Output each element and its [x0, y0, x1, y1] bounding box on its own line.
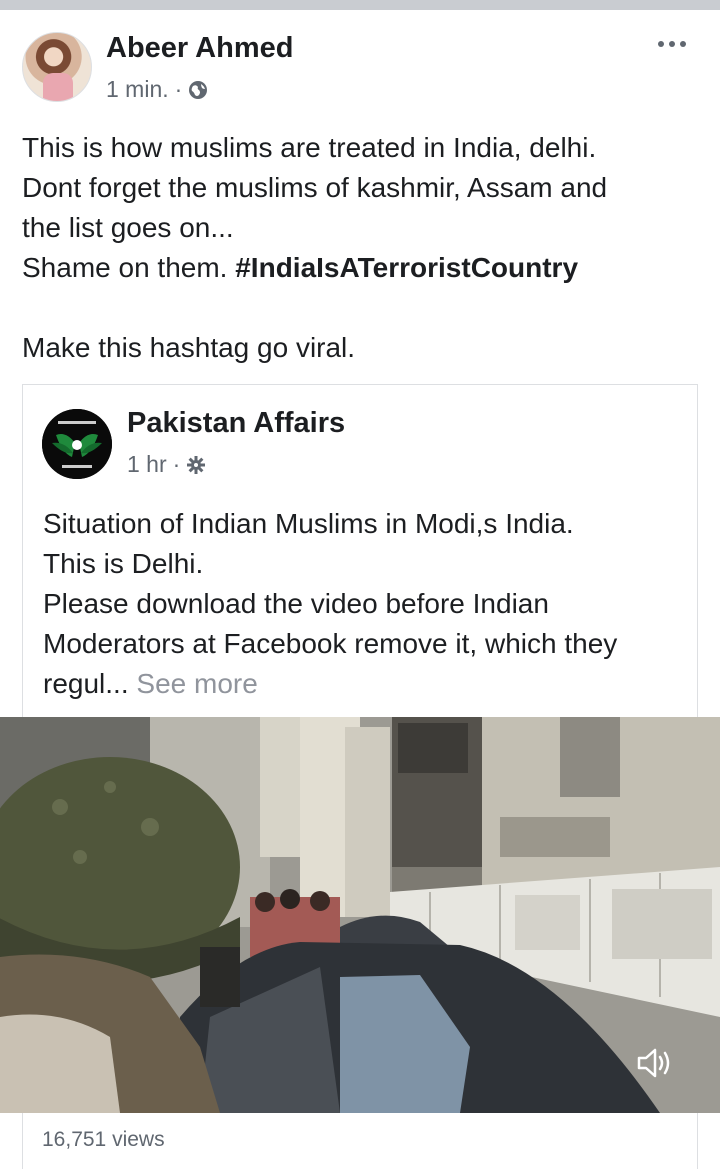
shared-line: This is Delhi. — [43, 548, 204, 579]
author-avatar[interactable] — [22, 32, 92, 102]
more-options-icon[interactable] — [652, 32, 692, 56]
page-avatar[interactable] — [42, 409, 112, 479]
post-closing-line: Make this hashtag go viral. — [22, 332, 356, 363]
post-line: Dont forget the muslims of kashmir, Assa… — [22, 172, 608, 203]
post-line: Shame on them. #IndiaIsATerroristCountry — [22, 252, 579, 283]
shared-time[interactable]: 1 hr — [127, 451, 167, 478]
shared-text: Situation of Indian Muslims in Modi,s In… — [43, 504, 693, 704]
top-divider — [0, 0, 720, 10]
post-line: the list goes on... — [22, 212, 234, 243]
gear-icon — [187, 455, 206, 474]
globe-icon — [189, 80, 208, 99]
author-name[interactable]: Abeer Ahmed — [106, 32, 293, 65]
meta-separator: · — [174, 76, 183, 102]
post-line: This is how muslims are treated in India… — [22, 132, 597, 163]
post-time[interactable]: 1 min. — [106, 76, 169, 103]
shared-line: regul... See more — [43, 668, 258, 699]
view-count: 16,751 views — [42, 1128, 165, 1151]
hashtag-link[interactable]: #IndiaIsATerroristCountry — [235, 252, 578, 283]
shared-line: Please download the video before Indian — [43, 588, 549, 619]
post-header: Abeer Ahmed 1 min. · — [0, 10, 720, 120]
page-name[interactable]: Pakistan Affairs — [127, 407, 345, 440]
post-text: This is how muslims are treated in India… — [22, 128, 712, 368]
post-meta: 1 min. · — [106, 76, 208, 103]
shared-line: Situation of Indian Muslims in Modi,s In… — [43, 508, 574, 539]
meta-separator: · — [172, 451, 181, 477]
video-frame — [0, 717, 720, 1113]
see-more-link[interactable]: See more — [136, 668, 257, 699]
video-player[interactable] — [0, 717, 720, 1113]
shared-meta: 1 hr · — [127, 451, 206, 478]
shared-line: Moderators at Facebook remove it, which … — [43, 628, 618, 659]
speaker-icon[interactable] — [636, 1046, 674, 1080]
